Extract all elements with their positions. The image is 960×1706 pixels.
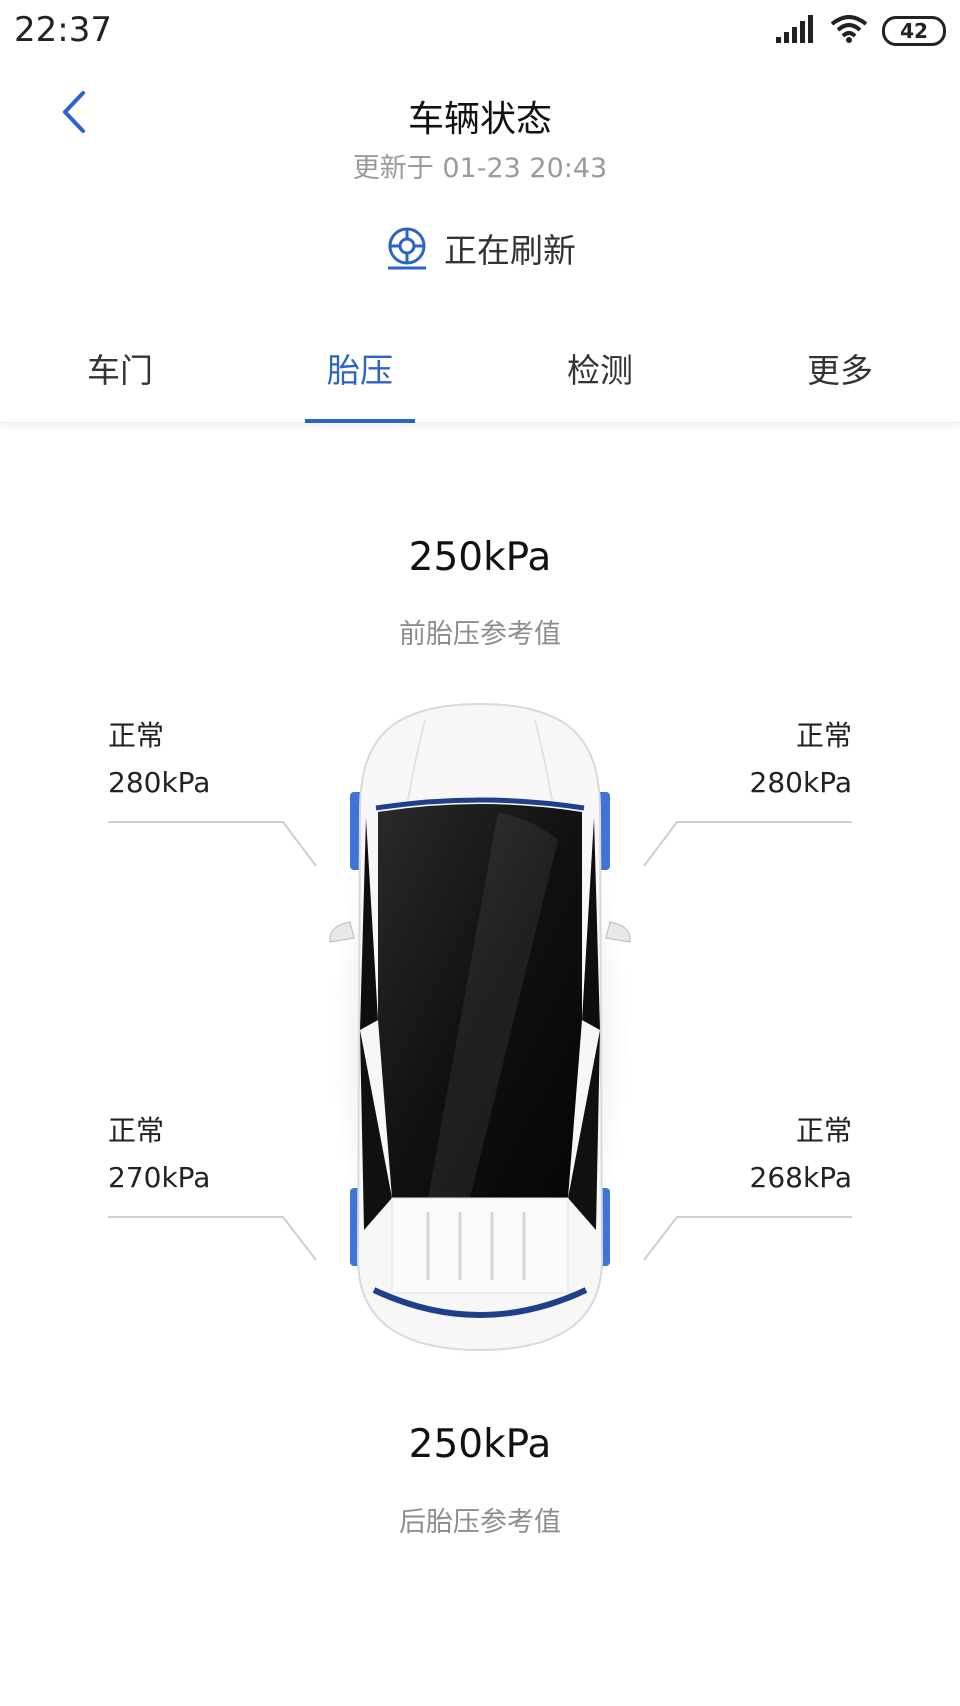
front-left-status: 正常 [108, 719, 165, 752]
tab-doors[interactable]: 车门 [0, 320, 240, 422]
front-reference-value: 250kPa [408, 535, 552, 580]
tab-tire-pressure[interactable]: 胎压 [240, 320, 480, 423]
front-right-status: 正常 [795, 719, 852, 752]
rear-left-pressure: 270kPa [108, 1161, 211, 1194]
front-right-pressure: 280kPa [749, 766, 852, 799]
tire-refresh-icon [388, 227, 426, 270]
updated-timestamp: 更新于 01-23 20:43 [352, 153, 608, 184]
front-right-leader [643, 821, 852, 867]
battery-icon: 42 [882, 16, 946, 46]
tab-bar: 车门 胎压 检测 更多 [0, 320, 960, 423]
refresh-label: 正在刷新 [444, 231, 576, 270]
signal-icon [776, 15, 816, 47]
rear-right-pressure: 268kPa [749, 1161, 852, 1194]
status-time: 22:37 [14, 10, 112, 50]
tab-diagnostics[interactable]: 检测 [480, 320, 720, 422]
rear-right-leader [643, 1216, 852, 1261]
rear-left-leader [108, 1216, 317, 1261]
battery-level: 42 [900, 19, 928, 43]
rear-reference-label: 后胎压参考值 [399, 1507, 561, 1538]
refresh-status[interactable]: 正在刷新 [0, 224, 960, 272]
front-reference-label: 前胎压参考值 [399, 619, 561, 650]
page-title: 车辆状态 [407, 99, 552, 140]
car-top-view [329, 702, 631, 1360]
status-icons: 42 [776, 15, 946, 47]
front-left-leader [108, 821, 317, 867]
wifi-icon [830, 15, 868, 47]
tab-more[interactable]: 更多 [720, 320, 960, 422]
front-left-pressure: 280kPa [108, 766, 211, 799]
rear-reference-value: 250kPa [408, 1422, 552, 1467]
rear-left-status: 正常 [108, 1114, 165, 1147]
rear-right-status: 正常 [795, 1114, 852, 1147]
